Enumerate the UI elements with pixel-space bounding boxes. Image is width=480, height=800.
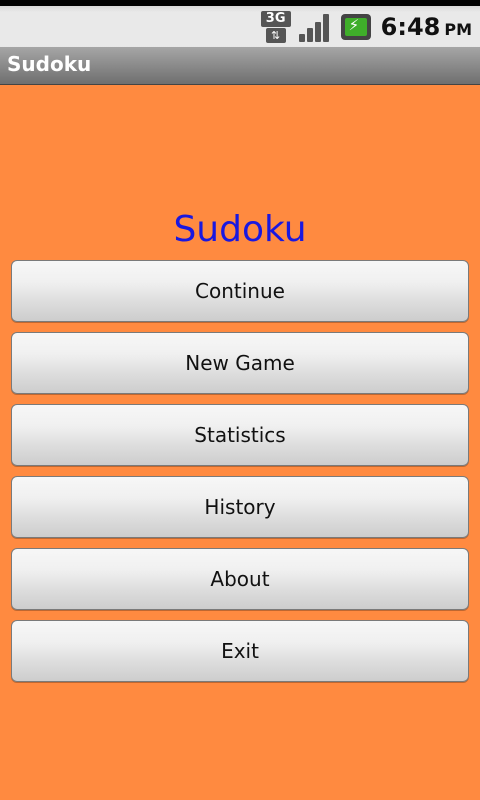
network-3g-icon: 3G ⇅	[260, 11, 291, 43]
continue-button[interactable]: Continue	[11, 260, 469, 322]
status-bar: 3G ⇅ 6:48PM	[0, 0, 480, 47]
exit-button[interactable]: Exit	[11, 620, 469, 682]
signal-bar-2	[306, 28, 313, 42]
signal-bar-4	[322, 14, 329, 42]
network-arrows-icon: ⇅	[265, 28, 286, 43]
clock-ampm: PM	[444, 20, 472, 39]
clock-time: 6:48	[380, 13, 441, 41]
signal-bar-3	[314, 22, 321, 42]
status-clock: 6:48 PM	[381, 13, 472, 41]
battery-charging-icon	[340, 14, 371, 40]
app-title-bar: Sudoku	[0, 47, 480, 85]
main-content: Sudoku Continue New Game Statistics Hist…	[0, 85, 480, 800]
about-button[interactable]: About	[11, 548, 469, 610]
status-icons: 3G ⇅ 6:48PM	[260, 10, 472, 44]
history-button[interactable]: History	[11, 476, 469, 538]
network-label: 3G	[260, 11, 291, 27]
app-title: Sudoku	[7, 52, 92, 76]
signal-bar-1	[298, 34, 305, 42]
page-heading: Sudoku	[173, 209, 307, 250]
signal-strength-icon	[298, 12, 331, 42]
new-game-button[interactable]: New Game	[11, 332, 469, 394]
statistics-button[interactable]: Statistics	[11, 404, 469, 466]
